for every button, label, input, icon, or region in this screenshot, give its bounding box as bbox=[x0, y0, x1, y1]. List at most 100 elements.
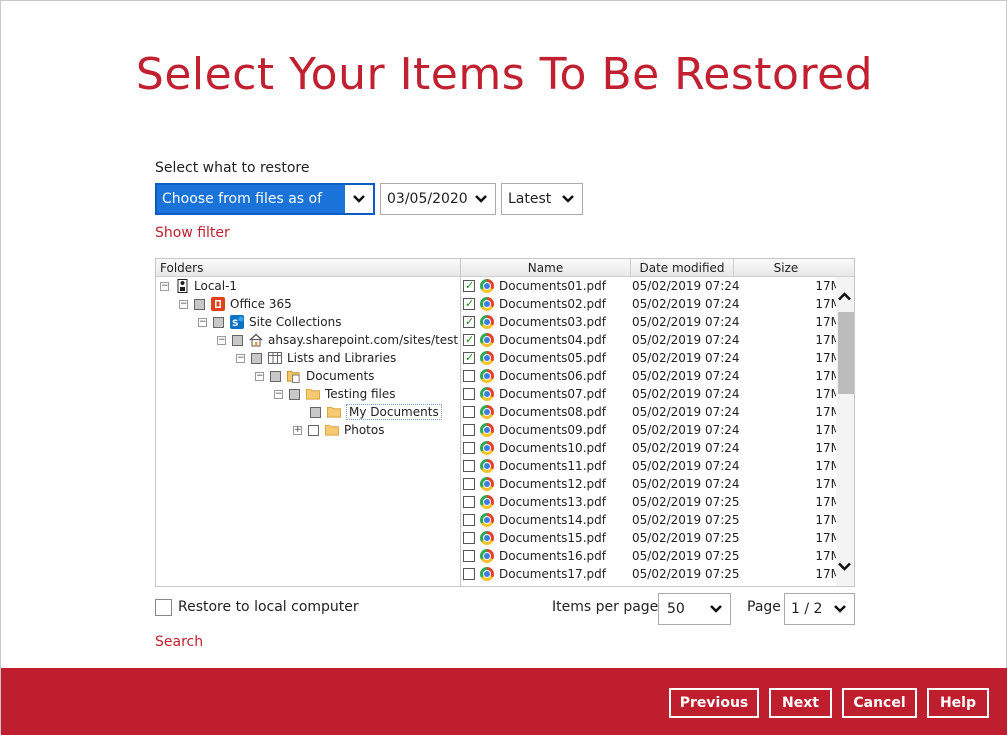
table-row[interactable]: Documents10.pdf 05/02/2019 07:24 17M bbox=[461, 439, 841, 457]
tree-checkbox[interactable] bbox=[270, 370, 281, 382]
expand-icon[interactable]: + bbox=[293, 425, 302, 435]
table-row[interactable]: Documents16.pdf 05/02/2019 07:25 17M bbox=[461, 547, 841, 565]
page-select[interactable]: 1 / 2 bbox=[784, 593, 855, 625]
restore-local-checkbox[interactable] bbox=[155, 599, 172, 616]
previous-button[interactable]: Previous bbox=[669, 688, 759, 718]
restore-mode-select[interactable]: Choose from files as of job bbox=[155, 183, 375, 235]
table-row[interactable]: Documents04.pdf05/02/2019 07:2417M bbox=[461, 331, 841, 349]
file-checkbox[interactable] bbox=[463, 406, 475, 418]
column-header-date[interactable]: Date modified bbox=[631, 259, 734, 277]
file-checkbox[interactable] bbox=[463, 370, 475, 382]
file-date: 05/02/2019 07:25 bbox=[632, 495, 740, 509]
tree-label: Testing files bbox=[325, 387, 396, 401]
file-name: Documents08.pdf bbox=[499, 405, 606, 419]
file-date: 05/02/2019 07:25 bbox=[632, 531, 740, 545]
table-row[interactable]: Documents13.pdf 05/02/2019 07:25 17M bbox=[461, 493, 841, 511]
file-name: Documents14.pdf bbox=[499, 513, 606, 527]
sharepoint-icon: S bbox=[230, 315, 244, 329]
drive-icon bbox=[175, 279, 189, 293]
tree-checkbox[interactable] bbox=[194, 298, 205, 310]
table-row[interactable]: Documents02.pdf05/02/2019 07:2417M bbox=[461, 295, 841, 313]
header-filler bbox=[838, 259, 854, 277]
table-row[interactable]: Documents08.pdf 05/02/2019 07:24 17M bbox=[461, 403, 841, 421]
items-per-page-label: Items per page bbox=[552, 599, 659, 615]
office365-icon bbox=[211, 297, 225, 311]
scroll-up-icon[interactable] bbox=[838, 289, 851, 305]
table-row[interactable]: Documents17.pdf 05/02/2019 07:25 17M bbox=[461, 565, 841, 583]
collapse-icon[interactable]: − bbox=[274, 389, 283, 399]
vertical-scrollbar[interactable] bbox=[836, 277, 854, 586]
file-checkbox[interactable] bbox=[463, 568, 475, 580]
search-link[interactable]: Search bbox=[155, 634, 203, 650]
next-button[interactable]: Next bbox=[769, 688, 832, 718]
file-checkbox[interactable] bbox=[463, 532, 475, 544]
collapse-icon[interactable]: − bbox=[255, 371, 264, 381]
file-checkbox[interactable] bbox=[463, 349, 475, 367]
date-select[interactable]: 03/05/2020 bbox=[380, 183, 496, 215]
file-checkbox[interactable] bbox=[463, 550, 475, 562]
tree-node-photos[interactable]: + Photos bbox=[293, 421, 384, 439]
table-row[interactable]: Documents09.pdf 05/02/2019 07:24 17M bbox=[461, 421, 841, 439]
items-per-page-select[interactable]: 50 bbox=[658, 593, 731, 625]
tree-checkbox[interactable] bbox=[232, 334, 243, 346]
file-name: Documents17.pdf bbox=[499, 567, 606, 581]
table-row[interactable]: Documents01.pdf05/02/2019 07:2417M bbox=[461, 277, 841, 295]
table-row[interactable]: Documents05.pdf05/02/2019 07:2417M bbox=[461, 349, 841, 367]
column-header-name[interactable]: Name bbox=[461, 259, 631, 277]
table-row[interactable]: Documents11.pdf 05/02/2019 07:24 17M bbox=[461, 457, 841, 475]
file-checkbox[interactable] bbox=[463, 460, 475, 472]
file-checkbox[interactable] bbox=[463, 424, 475, 436]
tree-node-office-365[interactable]: − Office 365 bbox=[179, 295, 292, 313]
table-row[interactable]: Documents03.pdf05/02/2019 07:2417M bbox=[461, 313, 841, 331]
show-filter-link[interactable]: Show filter bbox=[155, 225, 230, 241]
table-row[interactable]: Documents12.pdf 05/02/2019 07:24 17M bbox=[461, 475, 841, 493]
table-row[interactable]: Documents15.pdf 05/02/2019 07:25 17M bbox=[461, 529, 841, 547]
tree-checkbox[interactable] bbox=[213, 316, 224, 328]
file-date: 05/02/2019 07:25 bbox=[632, 549, 740, 563]
table-row[interactable]: Documents07.pdf 05/02/2019 07:24 17M bbox=[461, 385, 841, 403]
tree-node-site[interactable]: − ahsay.sharepoint.com/sites/test bbox=[217, 331, 458, 349]
table-icon bbox=[268, 351, 282, 365]
tree-node-site-collections[interactable]: − S Site Collections bbox=[198, 313, 341, 331]
tree-node-documents[interactable]: − Documents bbox=[255, 367, 374, 385]
tree-node-my-documents[interactable]: My Documents bbox=[310, 403, 442, 421]
tree-node-lists-libraries[interactable]: − Lists and Libraries bbox=[236, 349, 396, 367]
file-checkbox[interactable] bbox=[463, 496, 475, 508]
file-date: 05/02/2019 07:24 bbox=[632, 459, 740, 473]
browser-panel: Folders − Local-1 − Office 365 − S Site … bbox=[155, 258, 855, 587]
tree-checkbox[interactable] bbox=[310, 406, 321, 418]
file-checkbox[interactable] bbox=[463, 478, 475, 490]
file-checkbox[interactable] bbox=[463, 295, 475, 313]
column-header-size[interactable]: Size bbox=[734, 259, 838, 277]
file-checkbox[interactable] bbox=[463, 313, 475, 331]
file-checkbox[interactable] bbox=[463, 388, 475, 400]
help-button[interactable]: Help bbox=[927, 688, 989, 718]
collapse-icon[interactable]: − bbox=[160, 281, 169, 291]
tree-label: Office 365 bbox=[230, 297, 292, 311]
cancel-button[interactable]: Cancel bbox=[842, 688, 917, 718]
home-icon bbox=[249, 333, 263, 347]
collapse-icon[interactable]: − bbox=[179, 299, 188, 309]
file-checkbox[interactable] bbox=[463, 442, 475, 454]
version-select[interactable]: Latest bbox=[501, 183, 583, 215]
tree-node-testing-files[interactable]: − Testing files bbox=[274, 385, 396, 403]
table-row[interactable]: Documents06.pdf 05/02/2019 07:24 17M bbox=[461, 367, 841, 385]
file-name: Documents11.pdf bbox=[499, 459, 606, 473]
collapse-icon[interactable]: − bbox=[236, 353, 245, 363]
scroll-down-icon[interactable] bbox=[838, 559, 851, 575]
file-checkbox[interactable] bbox=[463, 514, 475, 526]
tree-checkbox[interactable] bbox=[251, 352, 262, 364]
file-date: 05/02/2019 07:24 bbox=[632, 405, 740, 419]
file-date: 05/02/2019 07:24 bbox=[632, 369, 740, 383]
collapse-icon[interactable]: − bbox=[217, 335, 226, 345]
tree-checkbox[interactable] bbox=[308, 424, 319, 436]
file-name: Documents13.pdf bbox=[499, 495, 606, 509]
chrome-pdf-icon bbox=[480, 315, 494, 329]
collapse-icon[interactable]: − bbox=[198, 317, 207, 327]
tree-node-local-1[interactable]: − Local-1 bbox=[160, 277, 237, 295]
tree-checkbox[interactable] bbox=[289, 388, 300, 400]
table-row[interactable]: Documents14.pdf 05/02/2019 07:25 17M bbox=[461, 511, 841, 529]
scrollbar-thumb[interactable] bbox=[838, 312, 854, 394]
file-checkbox[interactable] bbox=[463, 277, 475, 295]
file-checkbox[interactable] bbox=[463, 331, 475, 349]
